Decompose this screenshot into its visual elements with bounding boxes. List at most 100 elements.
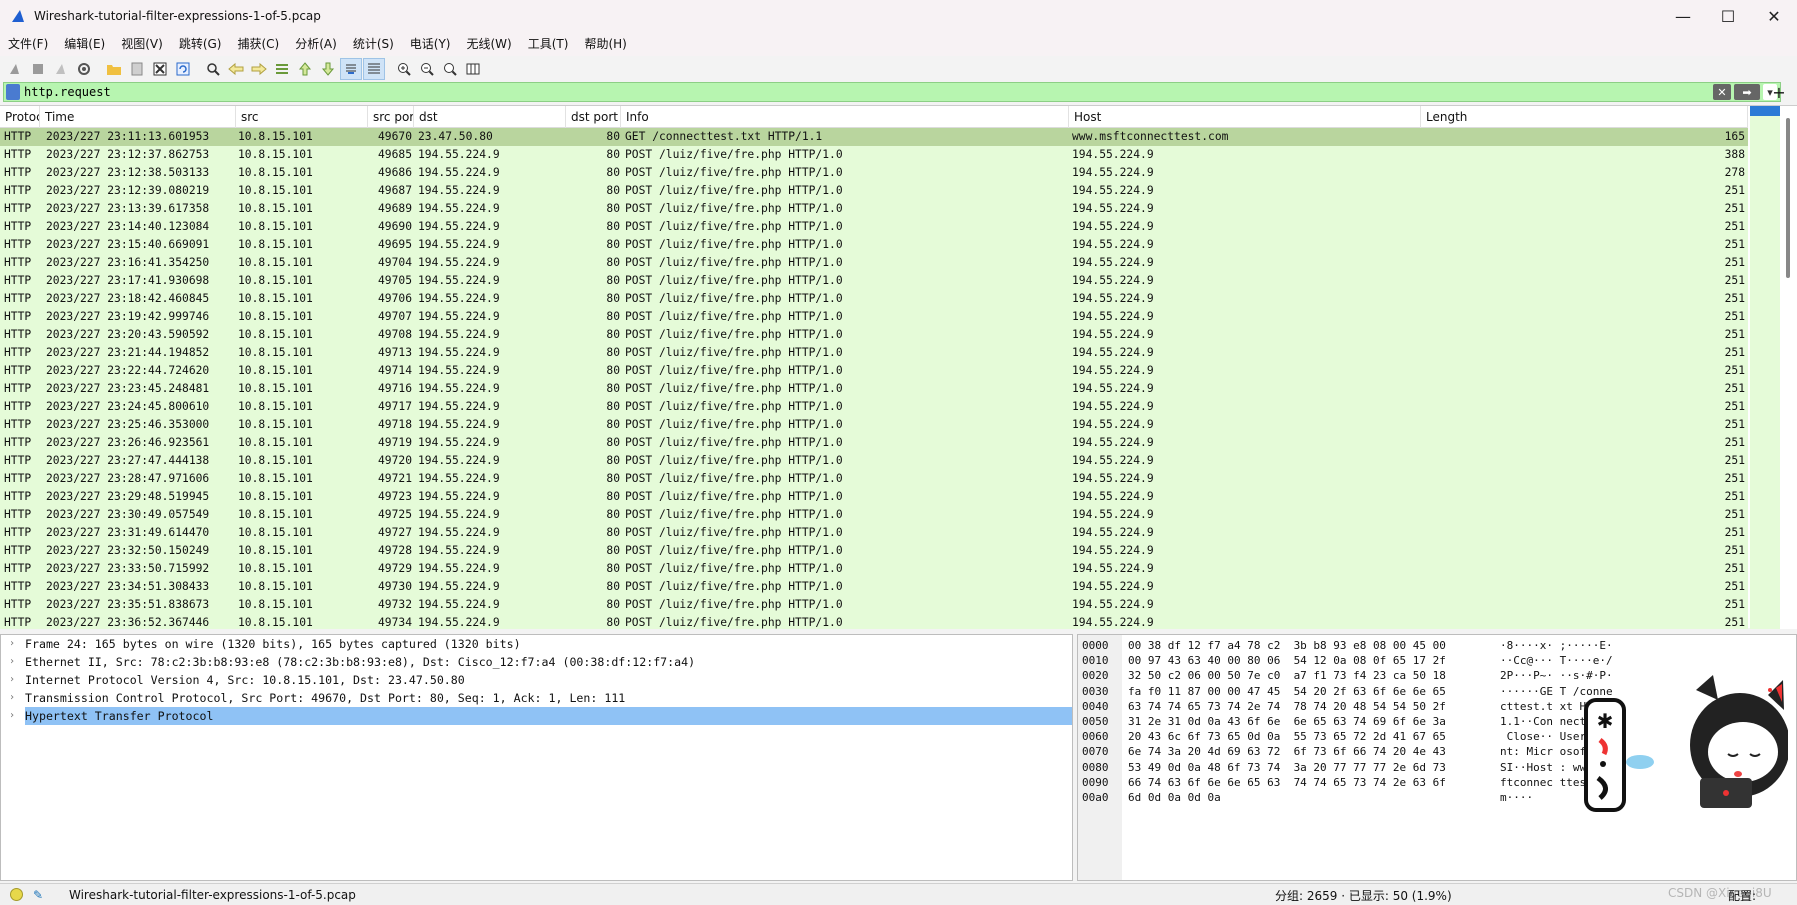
detail-frame[interactable]: › Frame 24: 165 bytes on wire (1320 bits)… <box>1 635 1072 653</box>
packet-row[interactable]: HTTP 2023/227 23:25:46.353000 10.8.15.101 4… <box>0 416 1748 434</box>
menu-telephony[interactable]: 电话(Y) <box>402 32 459 56</box>
hex-offset[interactable]: 0040 <box>1082 699 1109 714</box>
expand-chevron-icon[interactable]: › <box>9 635 15 653</box>
packet-row[interactable]: HTTP 2023/227 23:32:50.150249 10.8.15.101 4… <box>0 542 1748 560</box>
menu-statistics[interactable]: 统计(S) <box>345 32 402 56</box>
packet-row[interactable]: HTTP 2023/227 23:26:46.923561 10.8.15.101 4… <box>0 434 1748 452</box>
packet-row[interactable]: HTTP 2023/227 23:29:48.519945 10.8.15.101 4… <box>0 488 1748 506</box>
column-info[interactable]: Info <box>621 106 1069 128</box>
expand-chevron-icon[interactable]: › <box>9 653 15 671</box>
packet-row[interactable]: HTTP 2023/227 23:11:13.601953 10.8.15.101 4… <box>0 128 1748 146</box>
add-filter-button-icon[interactable]: + <box>1767 82 1791 102</box>
colorize-icon[interactable] <box>363 58 385 80</box>
packet-row[interactable]: HTTP 2023/227 23:14:40.123084 10.8.15.101 4… <box>0 218 1748 236</box>
packet-list-scrollbar[interactable] <box>1750 106 1797 629</box>
hex-ascii[interactable]: ··Cc@··· T····e·/ <box>1500 653 1613 668</box>
expand-chevron-icon[interactable]: › <box>9 671 15 689</box>
zoom-out-icon[interactable] <box>416 58 438 80</box>
column-length[interactable]: Length <box>1421 106 1748 128</box>
autoscroll-icon[interactable] <box>340 58 362 80</box>
menu-help[interactable]: 帮助(H) <box>576 32 634 56</box>
open-file-icon[interactable] <box>103 58 125 80</box>
menu-tools[interactable]: 工具(T) <box>520 32 577 56</box>
packet-row[interactable]: HTTP 2023/227 23:21:44.194852 10.8.15.101 4… <box>0 344 1748 362</box>
start-capture-icon[interactable] <box>4 58 26 80</box>
hex-bytes[interactable]: 6d 0d 0a 0d 0a <box>1128 790 1221 805</box>
column-time[interactable]: Time <box>40 106 236 128</box>
hex-offset[interactable]: 0000 <box>1082 638 1109 653</box>
hex-bytes[interactable]: fa f0 11 87 00 00 47 45 54 20 2f 63 6f 6… <box>1128 684 1446 699</box>
find-icon[interactable] <box>202 58 224 80</box>
forward-icon[interactable] <box>248 58 270 80</box>
hex-bytes[interactable]: 63 74 74 65 73 74 2e 74 78 74 20 48 54 5… <box>1128 699 1446 714</box>
packet-row[interactable]: HTTP 2023/227 23:23:45.248481 10.8.15.101 4… <box>0 380 1748 398</box>
hex-offset[interactable]: 0070 <box>1082 744 1109 759</box>
packet-row[interactable]: HTTP 2023/227 23:36:52.367446 10.8.15.101 4… <box>0 614 1748 629</box>
expert-info-icon[interactable] <box>10 888 23 901</box>
reload-icon[interactable] <box>172 58 194 80</box>
hex-bytes[interactable]: 53 49 0d 0a 48 6f 73 74 3a 20 77 77 77 2… <box>1128 760 1446 775</box>
menu-edit[interactable]: 编辑(E) <box>56 32 113 56</box>
detail-http[interactable]: › Hypertext Transfer Protocol <box>1 707 1072 725</box>
packet-row[interactable]: HTTP 2023/227 23:24:45.800610 10.8.15.101 4… <box>0 398 1748 416</box>
hex-offset[interactable]: 0080 <box>1082 760 1109 775</box>
packet-row[interactable]: HTTP 2023/227 23:12:37.862753 10.8.15.101 4… <box>0 146 1748 164</box>
display-filter-input[interactable] <box>24 85 1713 99</box>
capture-comment-icon[interactable]: ✎ <box>33 888 47 902</box>
packet-row[interactable]: HTTP 2023/227 23:16:41.354250 10.8.15.101 4… <box>0 254 1748 272</box>
hex-offset[interactable]: 0030 <box>1082 684 1109 699</box>
packet-row[interactable]: HTTP 2023/227 23:13:39.617358 10.8.15.101 4… <box>0 200 1748 218</box>
hex-bytes[interactable]: 00 38 df 12 f7 a4 78 c2 3b b8 93 e8 08 0… <box>1128 638 1446 653</box>
scrollbar-thumb[interactable] <box>1786 118 1790 278</box>
packet-row[interactable]: HTTP 2023/227 23:27:47.444138 10.8.15.101 4… <box>0 452 1748 470</box>
hex-offset[interactable]: 0050 <box>1082 714 1109 729</box>
hex-offset[interactable]: 0020 <box>1082 668 1109 683</box>
apply-filter-icon[interactable]: ➡ <box>1734 84 1760 100</box>
resize-columns-icon[interactable] <box>462 58 484 80</box>
hex-offset[interactable]: 0090 <box>1082 775 1109 790</box>
hex-bytes[interactable]: 20 43 6c 6f 73 65 0d 0a 55 73 65 72 2d 4… <box>1128 729 1446 744</box>
save-file-icon[interactable] <box>126 58 148 80</box>
packet-row[interactable]: HTTP 2023/227 23:19:42.999746 10.8.15.101 4… <box>0 308 1748 326</box>
menu-go[interactable]: 跳转(G) <box>171 32 230 56</box>
menu-analyze[interactable]: 分析(A) <box>287 32 345 56</box>
status-profile[interactable]: 配置: Default <box>1728 887 1797 905</box>
menu-capture[interactable]: 捕获(C) <box>229 32 287 56</box>
packet-row[interactable]: HTTP 2023/227 23:20:43.590592 10.8.15.101 4… <box>0 326 1748 344</box>
hex-ascii[interactable]: m···· <box>1500 790 1533 805</box>
packet-row[interactable]: HTTP 2023/227 23:34:51.308433 10.8.15.101 4… <box>0 578 1748 596</box>
hex-offset[interactable]: 0060 <box>1082 729 1109 744</box>
detail-tcp[interactable]: › Transmission Control Protocol, Src Port… <box>1 689 1072 707</box>
hex-bytes[interactable]: 6e 74 3a 20 4d 69 63 72 6f 73 6f 66 74 2… <box>1128 744 1446 759</box>
packet-row[interactable]: HTTP 2023/227 23:22:44.724620 10.8.15.101 4… <box>0 362 1748 380</box>
hex-bytes[interactable]: 66 74 63 6f 6e 6e 65 63 74 74 65 73 74 2… <box>1128 775 1446 790</box>
expand-chevron-icon[interactable]: › <box>9 707 15 725</box>
menu-view[interactable]: 视图(V) <box>113 32 171 56</box>
goto-packet-icon[interactable] <box>271 58 293 80</box>
packet-row[interactable]: HTTP 2023/227 23:18:42.460845 10.8.15.101 4… <box>0 290 1748 308</box>
capture-options-icon[interactable] <box>73 58 95 80</box>
normal-size-icon[interactable] <box>439 58 461 80</box>
restart-capture-icon[interactable] <box>50 58 72 80</box>
last-packet-icon[interactable] <box>317 58 339 80</box>
hex-bytes[interactable]: 31 2e 31 0d 0a 43 6f 6e 6e 65 63 74 69 6… <box>1128 714 1446 729</box>
detail-ethernet[interactable]: › Ethernet II, Src: 78:c2:3b:b8:93:e8 (78… <box>1 653 1072 671</box>
zoom-in-icon[interactable] <box>393 58 415 80</box>
hex-bytes[interactable]: 00 97 43 63 40 00 80 06 54 12 0a 08 0f 6… <box>1128 653 1446 668</box>
minimize-button[interactable]: — <box>1660 0 1706 32</box>
packet-row[interactable]: HTTP 2023/227 23:15:40.669091 10.8.15.101 4… <box>0 236 1748 254</box>
packet-row[interactable]: HTTP 2023/227 23:12:38.503133 10.8.15.101 4… <box>0 164 1748 182</box>
close-button[interactable]: ✕ <box>1751 0 1797 32</box>
first-packet-icon[interactable] <box>294 58 316 80</box>
menu-file[interactable]: 文件(F) <box>0 32 56 56</box>
packet-row[interactable]: HTTP 2023/227 23:33:50.715992 10.8.15.101 4… <box>0 560 1748 578</box>
column-dst[interactable]: dst <box>414 106 566 128</box>
column-src-port[interactable]: src port <box>368 106 414 128</box>
column-dst-port[interactable]: dst port <box>566 106 621 128</box>
hex-ascii[interactable]: ·8····x· ;·····E· <box>1500 638 1613 653</box>
stop-capture-icon[interactable] <box>27 58 49 80</box>
packet-row[interactable]: HTTP 2023/227 23:28:47.971606 10.8.15.101 4… <box>0 470 1748 488</box>
column-src[interactable]: src <box>236 106 368 128</box>
clear-filter-icon[interactable]: ✕ <box>1713 84 1731 100</box>
menu-wireless[interactable]: 无线(W) <box>459 32 520 56</box>
